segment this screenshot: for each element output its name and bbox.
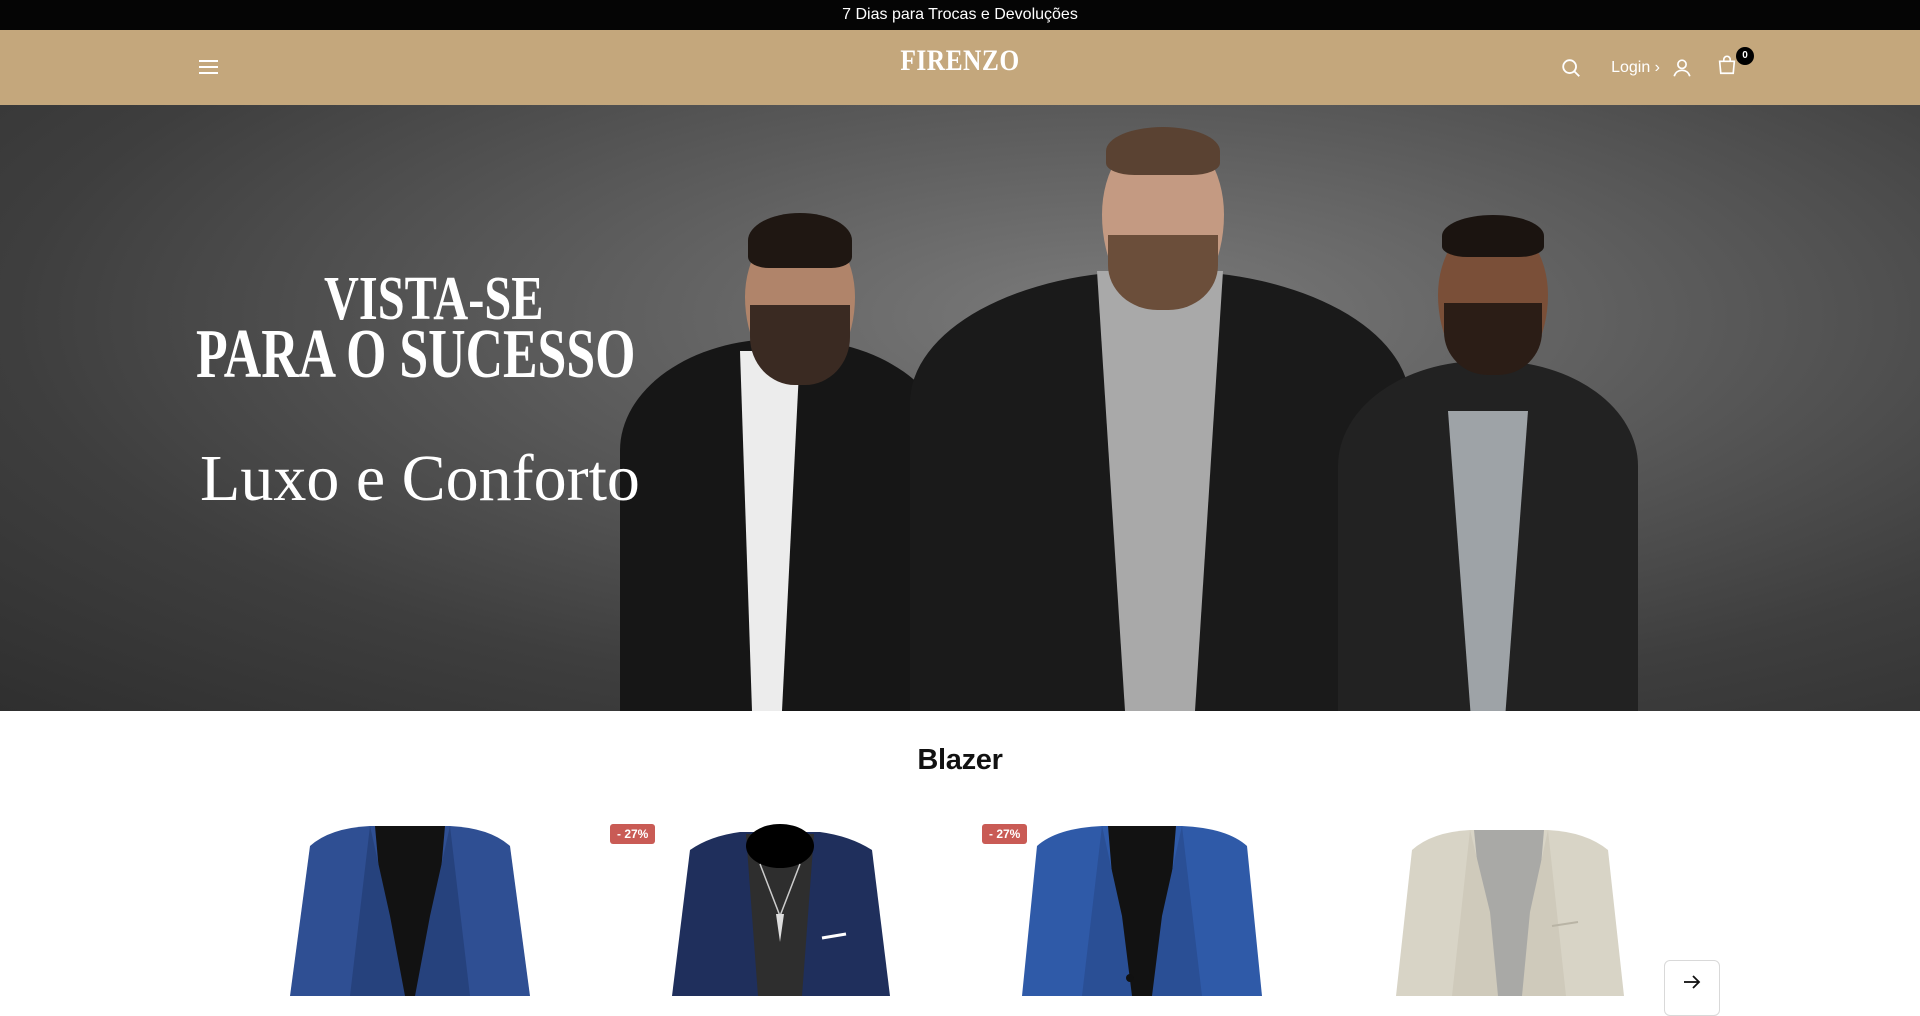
blazer-image <box>1396 830 1624 996</box>
hero-title-line2: PARA O SUCESSO <box>196 316 636 393</box>
blazer-image <box>1022 826 1262 996</box>
arrow-right-icon <box>1683 975 1701 994</box>
search-icon[interactable] <box>1559 56 1583 80</box>
collection-title: Blazer <box>917 744 1003 776</box>
header-actions: Login › 0 <box>1559 30 1754 105</box>
product-card[interactable] <box>240 808 580 996</box>
product-card[interactable] <box>1352 808 1692 996</box>
hero-model-right <box>1338 105 1638 711</box>
announcement-bar: 7 Dias para Trocas e Devoluções <box>0 0 1920 30</box>
menu-icon[interactable] <box>196 54 222 80</box>
hero-title: VISTA-SE PARA O SUCESSO <box>196 268 790 393</box>
cart-icon <box>1716 54 1738 81</box>
login-link[interactable]: Login › <box>1611 59 1660 77</box>
site-header: FIRENZO Login › 0 <box>0 30 1920 105</box>
hero-model-center <box>910 105 1410 711</box>
product-card[interactable]: - 27% <box>610 808 950 996</box>
cart-count-badge: 0 <box>1736 46 1754 65</box>
user-icon[interactable] <box>1670 56 1694 80</box>
carousel-next-button[interactable] <box>1664 960 1720 1016</box>
product-carousel: - 27% - 27% <box>0 808 1920 996</box>
hero-model-left <box>620 105 950 711</box>
hero-banner[interactable]: VISTA-SE PARA O SUCESSO Luxo e Conforto <box>0 105 1920 711</box>
announcement-text: 7 Dias para Trocas e Devoluções <box>842 6 1078 23</box>
product-card[interactable]: - 27% <box>982 808 1322 996</box>
hero-subtitle: Luxo e Conforto <box>200 442 640 515</box>
blazer-image <box>672 824 890 996</box>
blazer-image <box>290 826 530 996</box>
cart-button[interactable]: 0 <box>1714 46 1754 81</box>
site-logo[interactable]: FIRENZO <box>900 44 1019 78</box>
